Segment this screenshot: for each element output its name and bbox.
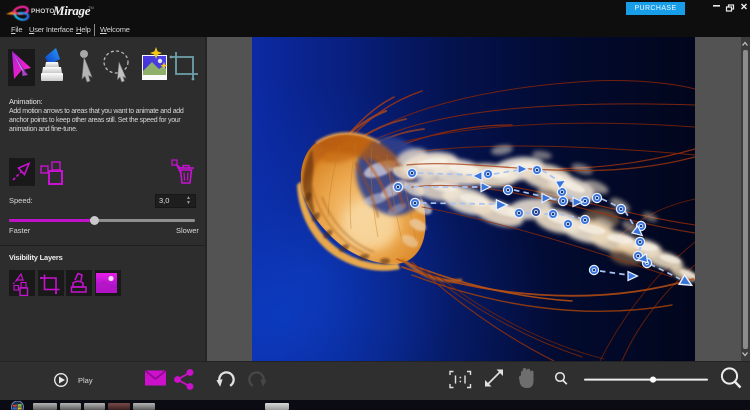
svg-text:Play: Play — [78, 376, 93, 385]
